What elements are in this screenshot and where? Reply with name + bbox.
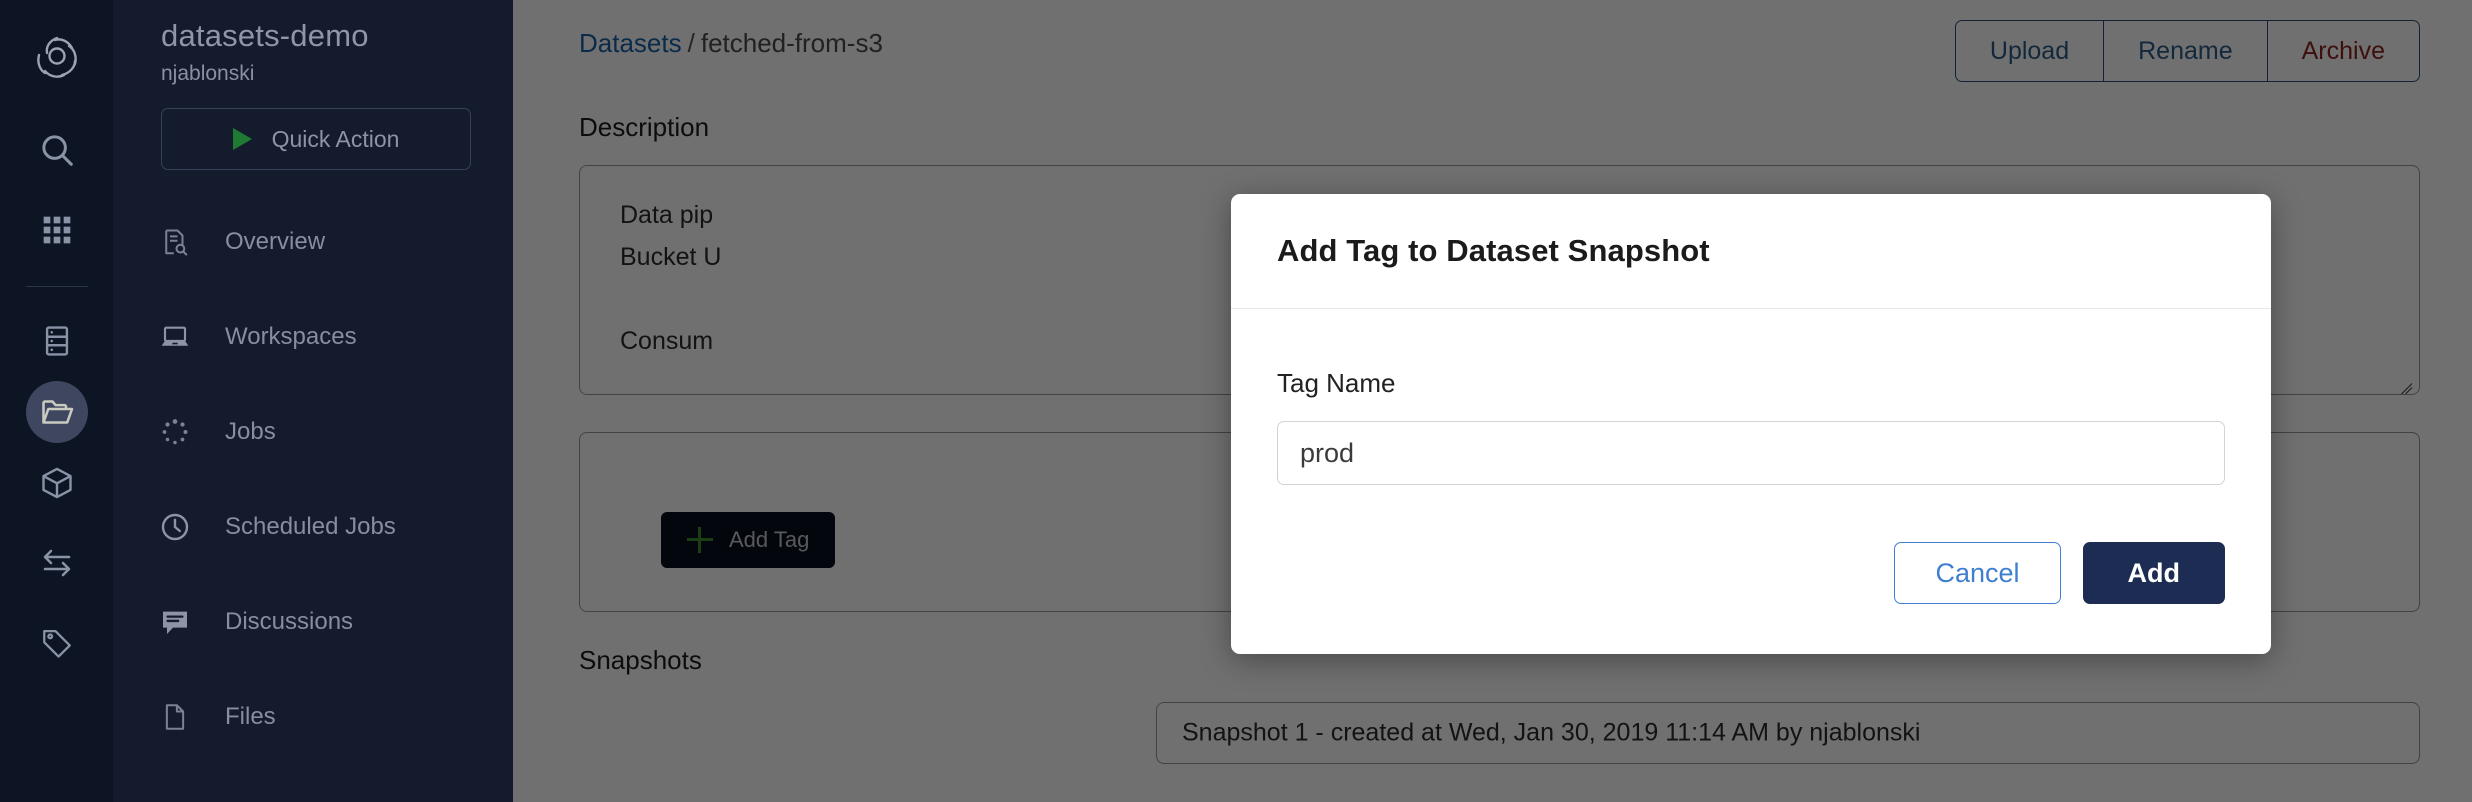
app-root: datasets-demo njablonski Quick Action Ov… [0, 0, 2472, 802]
quick-action-button[interactable]: Quick Action [161, 108, 471, 170]
laptop-icon [159, 321, 191, 353]
sidebar-item-label: Overview [225, 227, 326, 255]
icon-rail [0, 0, 113, 802]
search-icon[interactable] [17, 110, 97, 190]
clock-icon [159, 511, 191, 543]
sidebar-item-overview[interactable]: Overview [113, 194, 513, 289]
sidebar-item-label: Files [225, 702, 276, 730]
project-sidebar: datasets-demo njablonski Quick Action Ov… [113, 0, 513, 802]
sidebar-item-label: Workspaces [225, 322, 357, 350]
data-server-icon[interactable] [17, 301, 97, 381]
spinner-dots-icon [159, 416, 191, 448]
add-tag-modal: Add Tag to Dataset Snapshot Tag Name Can… [1231, 194, 2271, 654]
modal-footer: Cancel Add [1894, 542, 2225, 604]
transfer-arrows-icon[interactable] [17, 523, 97, 603]
sidebar-item-scheduled-jobs[interactable]: Scheduled Jobs [113, 479, 513, 574]
sidebar-item-label: Discussions [225, 607, 354, 635]
add-button[interactable]: Add [2082, 542, 2225, 604]
sidebar-item-files[interactable]: Files [113, 669, 513, 764]
folder-open-icon[interactable] [25, 381, 88, 443]
project-title: datasets-demo [161, 18, 369, 53]
grid-apps-icon[interactable] [17, 190, 97, 270]
document-search-icon [159, 226, 191, 258]
sidebar-item-jobs[interactable]: Jobs [113, 384, 513, 479]
tag-name-input[interactable] [1277, 421, 2225, 485]
sidebar-item-label: Scheduled Jobs [225, 512, 396, 540]
sidebar-item-label: Jobs [225, 417, 276, 445]
modal-title: Add Tag to Dataset Snapshot [1277, 233, 1710, 268]
sidebar-nav: Overview Workspaces Jobs Scheduled Jobs … [113, 194, 513, 764]
chat-bubble-icon [159, 606, 191, 638]
tag-icon[interactable] [17, 603, 97, 683]
cube-icon[interactable] [17, 443, 97, 523]
sidebar-item-discussions[interactable]: Discussions [113, 574, 513, 669]
cancel-button[interactable]: Cancel [1894, 542, 2061, 604]
play-icon [232, 128, 252, 150]
quick-action-label: Quick Action [271, 125, 400, 152]
file-icon [159, 701, 191, 733]
main-content: Datasets/fetched-from-s3 Upload Rename A… [513, 0, 2472, 802]
modal-header: Add Tag to Dataset Snapshot [1231, 194, 2271, 309]
tag-name-label: Tag Name [1277, 368, 1396, 398]
app-logo-icon[interactable] [17, 16, 97, 96]
rail-divider [25, 286, 88, 287]
modal-body: Tag Name [1231, 309, 2271, 485]
sidebar-item-workspaces[interactable]: Workspaces [113, 289, 513, 384]
project-owner: njablonski [161, 62, 255, 85]
